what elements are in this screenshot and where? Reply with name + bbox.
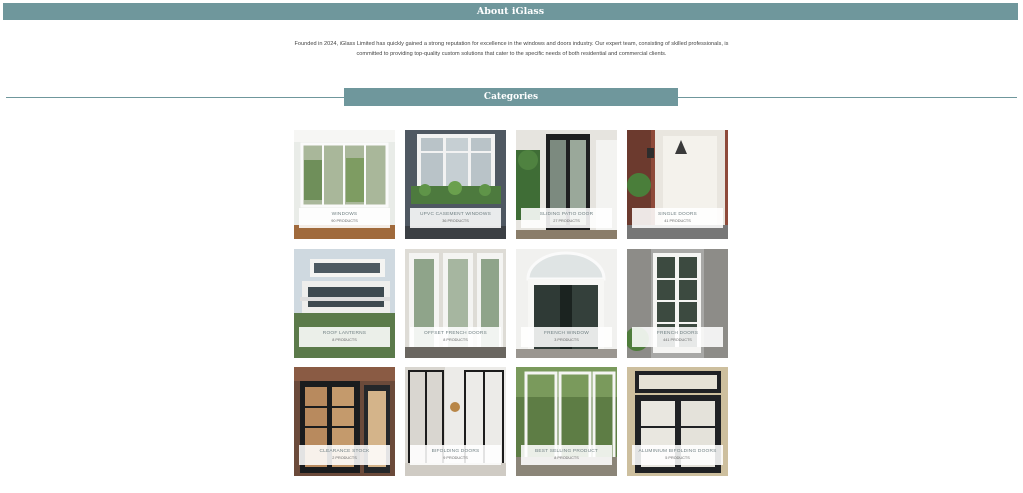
- category-name: OFFSET FRENCH DOORS: [424, 331, 487, 336]
- category-tile-windows[interactable]: WINDOWS 90 PRODUCTS: [294, 130, 395, 239]
- category-count: 9 PRODUCTS: [443, 456, 468, 460]
- category-name: UPVC CASEMENT WINDOWS: [419, 212, 491, 217]
- category-label: SINGLE DOORS 41 PRODUCTS: [632, 208, 723, 228]
- category-count: 90 PRODUCTS: [331, 219, 358, 223]
- category-name: BIFOLDING DOORS: [431, 449, 480, 454]
- category-tile-upvc-casement-windows[interactable]: UPVC CASEMENT WINDOWS 36 PRODUCTS: [405, 130, 506, 239]
- category-tile-bifolding-doors[interactable]: BIFOLDING DOORS 9 PRODUCTS: [405, 367, 506, 476]
- category-label: FRENCH WINDOW 3 PRODUCTS: [521, 327, 612, 347]
- category-name: WINDOWS: [331, 212, 358, 217]
- category-tile-roof-lanterns[interactable]: ROOF LANTERNS 8 PRODUCTS: [294, 249, 395, 358]
- category-count: 27 PRODUCTS: [553, 219, 580, 223]
- category-tile-clearance-stock[interactable]: CLEARANCE STOCK 2 PRODUCTS: [294, 367, 395, 476]
- category-count: 8 PRODUCTS: [554, 456, 579, 460]
- category-label: BIFOLDING DOORS 9 PRODUCTS: [410, 445, 501, 465]
- category-count: 36 PRODUCTS: [442, 219, 469, 223]
- category-label: FRENCH DOORS 441 PRODUCTS: [632, 327, 723, 347]
- category-label: SLIDING PATIO DOOR 27 PRODUCTS: [521, 208, 612, 228]
- category-label: WINDOWS 90 PRODUCTS: [299, 208, 390, 228]
- about-description: Founded in 2024, iGlass Limited has quic…: [294, 41, 729, 57]
- categories-heading: Categories: [344, 88, 678, 106]
- category-count: 5 PRODUCTS: [665, 456, 690, 460]
- category-label: ROOF LANTERNS 8 PRODUCTS: [299, 327, 390, 347]
- category-name: ALUMINIUM BIFOLDING DOORS: [638, 449, 717, 454]
- categories-grid: WINDOWS 90 PRODUCTS UPVC CASEMENT WINDOW…: [294, 130, 728, 476]
- category-tile-french-doors[interactable]: FRENCH DOORS 441 PRODUCTS: [627, 249, 728, 358]
- category-tile-offset-french-doors[interactable]: OFFSET FRENCH DOORS 8 PRODUCTS: [405, 249, 506, 358]
- category-name: ROOF LANTERNS: [322, 331, 367, 336]
- category-label: BEST SELLING PRODUCT 8 PRODUCTS: [521, 445, 612, 465]
- category-name: SLIDING PATIO DOOR: [539, 212, 594, 217]
- category-label: UPVC CASEMENT WINDOWS 36 PRODUCTS: [410, 208, 501, 228]
- category-count: 41 PRODUCTS: [664, 219, 691, 223]
- category-tile-best-selling-product[interactable]: BEST SELLING PRODUCT 8 PRODUCTS: [516, 367, 617, 476]
- category-name: BEST SELLING PRODUCT: [534, 449, 599, 454]
- category-name: SINGLE DOORS: [658, 212, 697, 217]
- category-count: 3 PRODUCTS: [554, 338, 579, 342]
- category-name: CLEARANCE STOCK: [319, 449, 370, 454]
- category-count: 2 PRODUCTS: [332, 456, 357, 460]
- category-count: 8 PRODUCTS: [332, 338, 357, 342]
- category-name: FRENCH DOORS: [656, 331, 699, 336]
- about-heading: About iGlass: [3, 3, 1018, 20]
- category-count: 441 PRODUCTS: [663, 338, 692, 342]
- category-label: CLEARANCE STOCK 2 PRODUCTS: [299, 445, 390, 465]
- category-count: 8 PRODUCTS: [443, 338, 468, 342]
- category-tile-sliding-patio-door[interactable]: SLIDING PATIO DOOR 27 PRODUCTS: [516, 130, 617, 239]
- category-tile-aluminium-bifolding-doors[interactable]: ALUMINIUM BIFOLDING DOORS 5 PRODUCTS: [627, 367, 728, 476]
- category-label: ALUMINIUM BIFOLDING DOORS 5 PRODUCTS: [632, 445, 723, 465]
- category-tile-single-doors[interactable]: SINGLE DOORS 41 PRODUCTS: [627, 130, 728, 239]
- category-name: FRENCH WINDOW: [544, 331, 589, 336]
- category-label: OFFSET FRENCH DOORS 8 PRODUCTS: [410, 327, 501, 347]
- category-tile-french-window[interactable]: FRENCH WINDOW 3 PRODUCTS: [516, 249, 617, 358]
